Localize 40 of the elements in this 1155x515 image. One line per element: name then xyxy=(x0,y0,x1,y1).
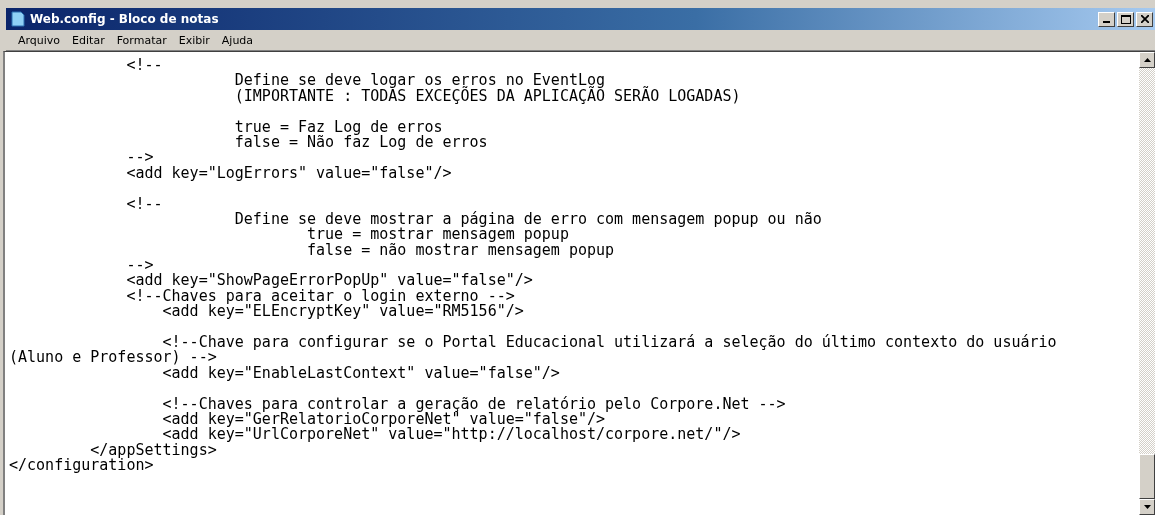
code-line: <!--Chaves para aceitar o login externo --> xyxy=(125,288,515,305)
maximize-button[interactable] xyxy=(1117,11,1134,27)
menu-item[interactable]: Exibir xyxy=(178,33,210,47)
code-line: <add key="UrlCorporeNet" value="http://localhost/corpore.net/"/> xyxy=(162,427,741,443)
scroll-down-button[interactable] xyxy=(1139,499,1155,515)
code-line: <add key="ShowPageErrorPopUp" value="false"/> xyxy=(125,273,533,289)
code-line: false = não mostrar mensagem popup xyxy=(306,242,615,259)
code-line: true = mostrar mensagem popup xyxy=(306,227,569,243)
code-line: <add key="LogErrors" value="false"/> xyxy=(125,165,452,182)
code-line: <!-- xyxy=(125,196,163,212)
down-arrow-icon xyxy=(1143,505,1151,509)
close-icon xyxy=(1140,15,1149,23)
code-line: </configuration> xyxy=(9,458,154,474)
code-line: <!-- xyxy=(125,58,163,74)
scrollbar-thumb[interactable] xyxy=(1139,454,1155,499)
code-line: </appSettings> xyxy=(90,442,217,459)
notepad-icon xyxy=(10,11,26,27)
code-line: <add key="GerRelatorioCorporeNet" value="false"/> xyxy=(161,412,606,428)
vertical-scrollbar[interactable] xyxy=(1139,52,1155,515)
window-title: Web.config - Bloco de notas xyxy=(30,12,220,26)
code-line: (Aluno e Professor) --> xyxy=(9,350,217,366)
code-line: (IMPORTANTE : TODAS EXCEÇÕES DA APLICAÇÃO SERÃO LOGADAS) xyxy=(233,88,741,105)
code-line: <!--Chave para configurar se o Portal Educacional utilizará a seleção do último contexto do usuário xyxy=(162,335,1057,351)
code-line: true = Faz Log de erros xyxy=(233,119,443,135)
code-line: Define se deve mostrar a página de erro com mensagem popup ou não xyxy=(233,211,822,228)
code-line: <add key="ELEncryptKey" value="RM5156"/> xyxy=(161,304,524,320)
maximize-icon xyxy=(1120,14,1131,24)
menu-item[interactable]: Formatar xyxy=(116,33,167,47)
minimize-button[interactable] xyxy=(1098,11,1115,27)
code-line: --> xyxy=(125,258,154,274)
code-line: false = Não faz Log de erros xyxy=(233,134,488,151)
menu-item[interactable]: Arquivo xyxy=(18,33,61,47)
close-button[interactable] xyxy=(1136,11,1153,27)
menu-item[interactable]: Ajuda xyxy=(221,33,254,47)
code-line: <add key="EnableLastContext" value="false"/> xyxy=(162,365,560,382)
code-line: --> xyxy=(125,150,154,166)
code-line: <!--Chaves para controlar a geração de relatório pelo Corpore.Net --> xyxy=(161,396,786,412)
menu-item[interactable]: Editar xyxy=(72,33,105,47)
up-arrow-icon xyxy=(1143,58,1151,62)
scroll-up-button[interactable] xyxy=(1139,52,1155,68)
